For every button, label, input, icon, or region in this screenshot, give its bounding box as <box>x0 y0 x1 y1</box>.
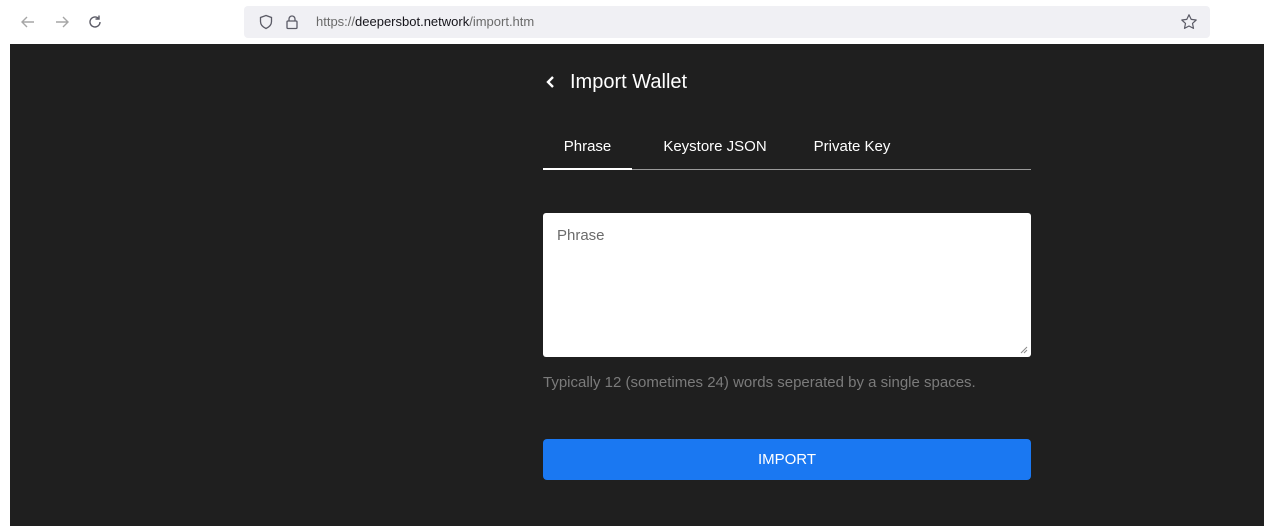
url-scheme: https:// <box>316 14 356 29</box>
tab-phrase[interactable]: Phrase <box>543 124 632 170</box>
resize-handle-icon[interactable] <box>1018 344 1028 354</box>
import-tabs: Phrase Keystore JSON Private Key <box>543 124 1031 170</box>
lock-icon[interactable] <box>284 14 300 35</box>
page-content: Import Wallet Phrase Keystore JSON Priva… <box>10 44 1264 526</box>
tab-private-key[interactable]: Private Key <box>799 124 905 168</box>
chevron-left-icon[interactable] <box>543 70 559 94</box>
url-host: deepersbot.network <box>355 14 470 29</box>
url-text[interactable]: https://deepersbot.network/import.htm <box>316 14 534 29</box>
star-icon[interactable] <box>1180 13 1198 36</box>
phrase-input[interactable] <box>543 213 1031 357</box>
url-bar[interactable]: https://deepersbot.network/import.htm <box>244 6 1210 38</box>
tab-keystore-json[interactable]: Keystore JSON <box>645 124 785 168</box>
shield-icon[interactable] <box>258 14 274 35</box>
browser-toolbar: https://deepersbot.network/import.htm <box>0 0 1264 44</box>
phrase-input-container <box>543 213 1031 357</box>
url-path: /import.htm <box>469 14 535 29</box>
reload-icon[interactable] <box>85 12 105 32</box>
page-title: Import Wallet <box>570 71 688 93</box>
phrase-hint: Typically 12 (sometimes 24) words sepera… <box>543 374 976 391</box>
arrow-right-icon[interactable] <box>52 12 72 32</box>
arrow-left-icon[interactable] <box>18 12 38 32</box>
import-button[interactable]: IMPORT <box>543 439 1031 480</box>
